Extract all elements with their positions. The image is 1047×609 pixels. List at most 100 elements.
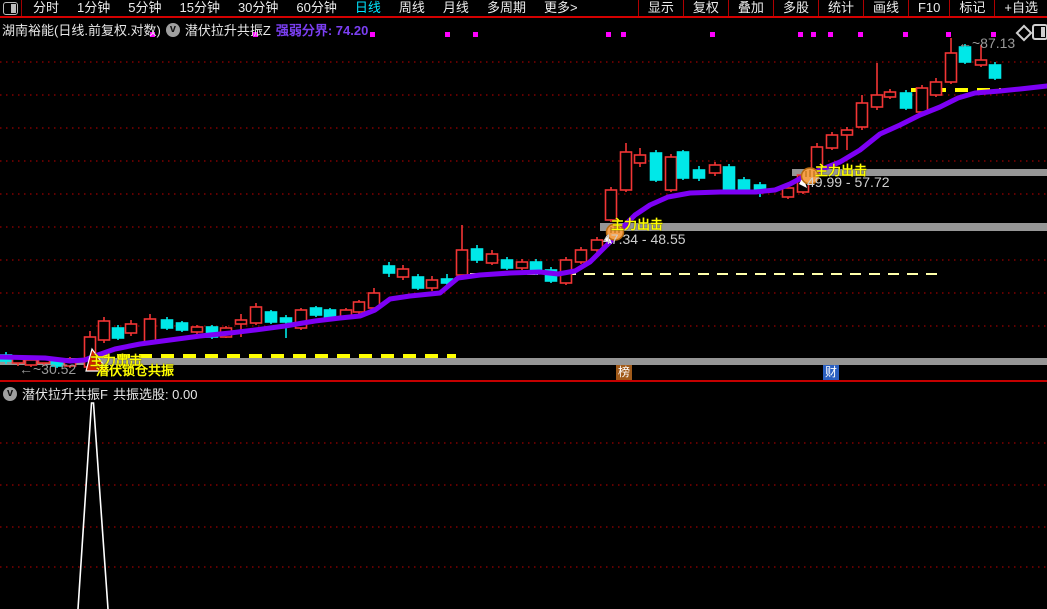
chart-header: 湖南裕能(日线.前复权.对数) v 潜伏拉升共振Z 强弱分界: 74.20	[2, 20, 368, 39]
signal-dot	[811, 32, 816, 37]
candle-body	[470, 248, 484, 261]
candle-body	[870, 94, 884, 108]
candle-body	[425, 279, 439, 289]
chevron-down-icon[interactable]: v	[3, 386, 17, 401]
finance-badge[interactable]: 财	[823, 365, 840, 380]
candle-body	[323, 309, 337, 318]
menu-item-多周期[interactable]: 多周期	[478, 0, 535, 16]
toolbar-button-显示[interactable]: 显示	[637, 0, 683, 16]
sub-indicator-value: 共振选股: 0.00	[112, 387, 198, 402]
candle-body	[825, 134, 839, 149]
menu-item-15分钟[interactable]: 15分钟	[170, 0, 228, 16]
signal-range-2: 47.34 - 48.55	[603, 231, 686, 247]
candle-body	[143, 318, 157, 343]
candle-body	[855, 102, 869, 128]
candle-body	[883, 91, 897, 98]
candle-body	[737, 179, 751, 191]
candle-body	[175, 322, 189, 331]
signal-dot	[798, 32, 803, 37]
sub-indicator-name[interactable]: 潜伏拉升共振F	[22, 384, 108, 403]
signal-spike-line	[77, 402, 109, 609]
indicator-name[interactable]: 潜伏拉升共振Z	[185, 20, 271, 39]
low-price-reference: ←~30.52	[19, 361, 77, 377]
menu-item-60分钟[interactable]: 60分钟	[287, 0, 345, 16]
support-bar	[600, 223, 1047, 231]
candle-body	[840, 129, 854, 136]
candle-body	[676, 151, 690, 179]
signal-dot	[903, 32, 908, 37]
panel-divider	[0, 380, 1047, 382]
candle-body	[396, 268, 410, 278]
candle-body	[234, 319, 248, 325]
toolbar-button-画线[interactable]: 画线	[862, 0, 908, 16]
panel-layout-icon[interactable]	[1032, 24, 1047, 40]
menu-item-周线[interactable]: 周线	[390, 0, 434, 16]
candle-body	[915, 87, 929, 113]
candle-body	[485, 253, 499, 264]
candle-body	[619, 151, 633, 191]
signal-label-lockin: 潜伏锁仓共振	[96, 363, 175, 378]
main-chart-canvas[interactable]	[0, 0, 1047, 609]
signal-dot	[946, 32, 951, 37]
candle-body	[944, 52, 958, 83]
chevron-down-icon[interactable]: v	[165, 22, 180, 37]
toolbar-button-标记[interactable]: 标记	[949, 0, 994, 16]
toolbar-button-统计[interactable]: 统计	[817, 0, 863, 16]
toolbar-button-多股[interactable]: 多股	[772, 0, 818, 16]
menu-item-更多>[interactable]: 更多>	[535, 0, 587, 16]
candle-body	[97, 320, 111, 341]
menu-item-分时[interactable]: 分时	[24, 0, 68, 16]
candle-body	[515, 261, 529, 269]
rank-badge[interactable]: 榜	[616, 365, 633, 380]
candle-body	[899, 92, 913, 109]
candle-body	[692, 169, 706, 179]
candle-body	[574, 249, 588, 263]
toolbar-button-复权[interactable]: 复权	[682, 0, 728, 16]
stock-title: 湖南裕能(日线.前复权.对数)	[2, 23, 161, 38]
high-price-reference: ←~87.13	[958, 35, 1016, 51]
candle-body	[649, 152, 663, 181]
candle-body	[974, 59, 988, 66]
tool-menu: 显示 复权 叠加 多股 统计 画线 F10 标记 +自选	[637, 0, 1047, 16]
threshold-value: 强弱分界: 74.20	[275, 23, 369, 38]
signal-dot	[828, 32, 833, 37]
signal-dot	[445, 32, 450, 37]
signal-dot	[621, 32, 626, 37]
toolbar-button-叠加[interactable]: 叠加	[727, 0, 773, 16]
candle-body	[500, 259, 514, 269]
candle-body	[781, 187, 795, 198]
toolbar-button-F10[interactable]: F10	[907, 0, 949, 16]
candle-body	[722, 166, 736, 193]
menu-item-30分钟[interactable]: 30分钟	[229, 0, 287, 16]
candle-body	[455, 249, 469, 276]
signal-dot	[858, 32, 863, 37]
candle-body	[382, 265, 396, 274]
candle-body	[708, 164, 722, 174]
candle-body	[279, 317, 293, 323]
subchart-header: v 潜伏拉升共振F 共振选股: 0.00	[3, 384, 197, 403]
candle-body	[160, 319, 174, 329]
candle-body	[411, 276, 425, 289]
candle-body	[190, 326, 204, 333]
menu-item-1分钟[interactable]: 1分钟	[68, 0, 119, 16]
menu-item-月线[interactable]: 月线	[434, 0, 478, 16]
candle-body	[352, 301, 366, 313]
candle-body	[929, 81, 943, 96]
signal-range-3: 49.99 - 57.72	[807, 174, 890, 190]
period-menu: 分时 1分钟 5分钟 15分钟 30分钟 60分钟 日线 周线 月线 多周期 更多>	[24, 0, 587, 16]
candle-body	[124, 323, 138, 334]
signal-dot	[370, 32, 375, 37]
window-panel-icon[interactable]	[3, 2, 18, 15]
candle-body	[111, 327, 125, 339]
menu-item-5分钟[interactable]: 5分钟	[119, 0, 170, 16]
candle-body	[664, 156, 678, 191]
candle-body	[309, 307, 323, 316]
trading-app-window: { "menu": { "left_items": [ {"label": "分…	[0, 0, 1047, 609]
candle-body	[264, 311, 278, 323]
menu-item-日线[interactable]: 日线	[346, 0, 390, 16]
menu-divider	[21, 0, 22, 16]
toolbar-button-+自选[interactable]: +自选	[994, 0, 1047, 16]
candle-body	[988, 64, 1002, 79]
candle-body	[633, 154, 647, 164]
signal-dot	[473, 32, 478, 37]
